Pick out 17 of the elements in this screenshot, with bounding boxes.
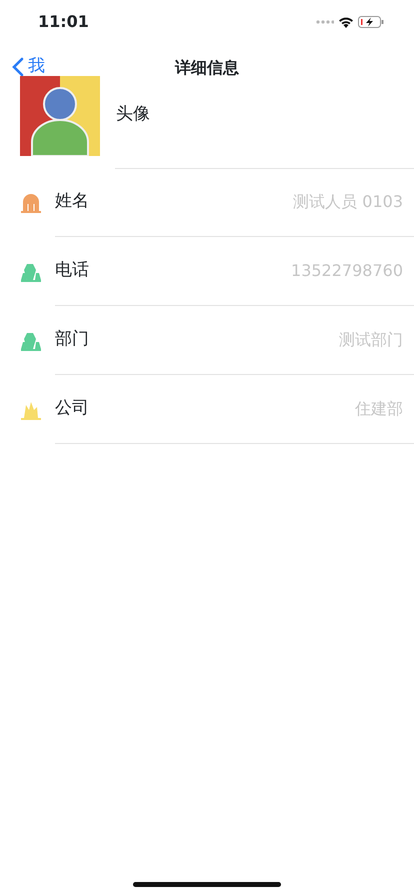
field-value: 住建部: [355, 398, 403, 420]
signal-icon: [316, 20, 334, 24]
status-time: 11:01: [38, 11, 89, 33]
field-label: 公司: [55, 397, 89, 420]
chevron-icon: [12, 56, 24, 77]
field-value: 13522798760: [291, 260, 403, 282]
back-button[interactable]: 我: [12, 54, 45, 80]
wifi-icon: [338, 16, 354, 28]
page-title: 详细信息: [175, 58, 239, 77]
field-label: 姓名: [55, 190, 89, 214]
field-value: 测试人员 0103: [293, 191, 403, 213]
field-label: 部门: [55, 328, 89, 352]
avatar-icon: [20, 76, 100, 156]
battery-icon: [358, 16, 384, 28]
avatar-label: 头像: [116, 103, 150, 126]
field-label: 电话: [55, 259, 89, 282]
field-value: 测试部门: [339, 329, 403, 351]
